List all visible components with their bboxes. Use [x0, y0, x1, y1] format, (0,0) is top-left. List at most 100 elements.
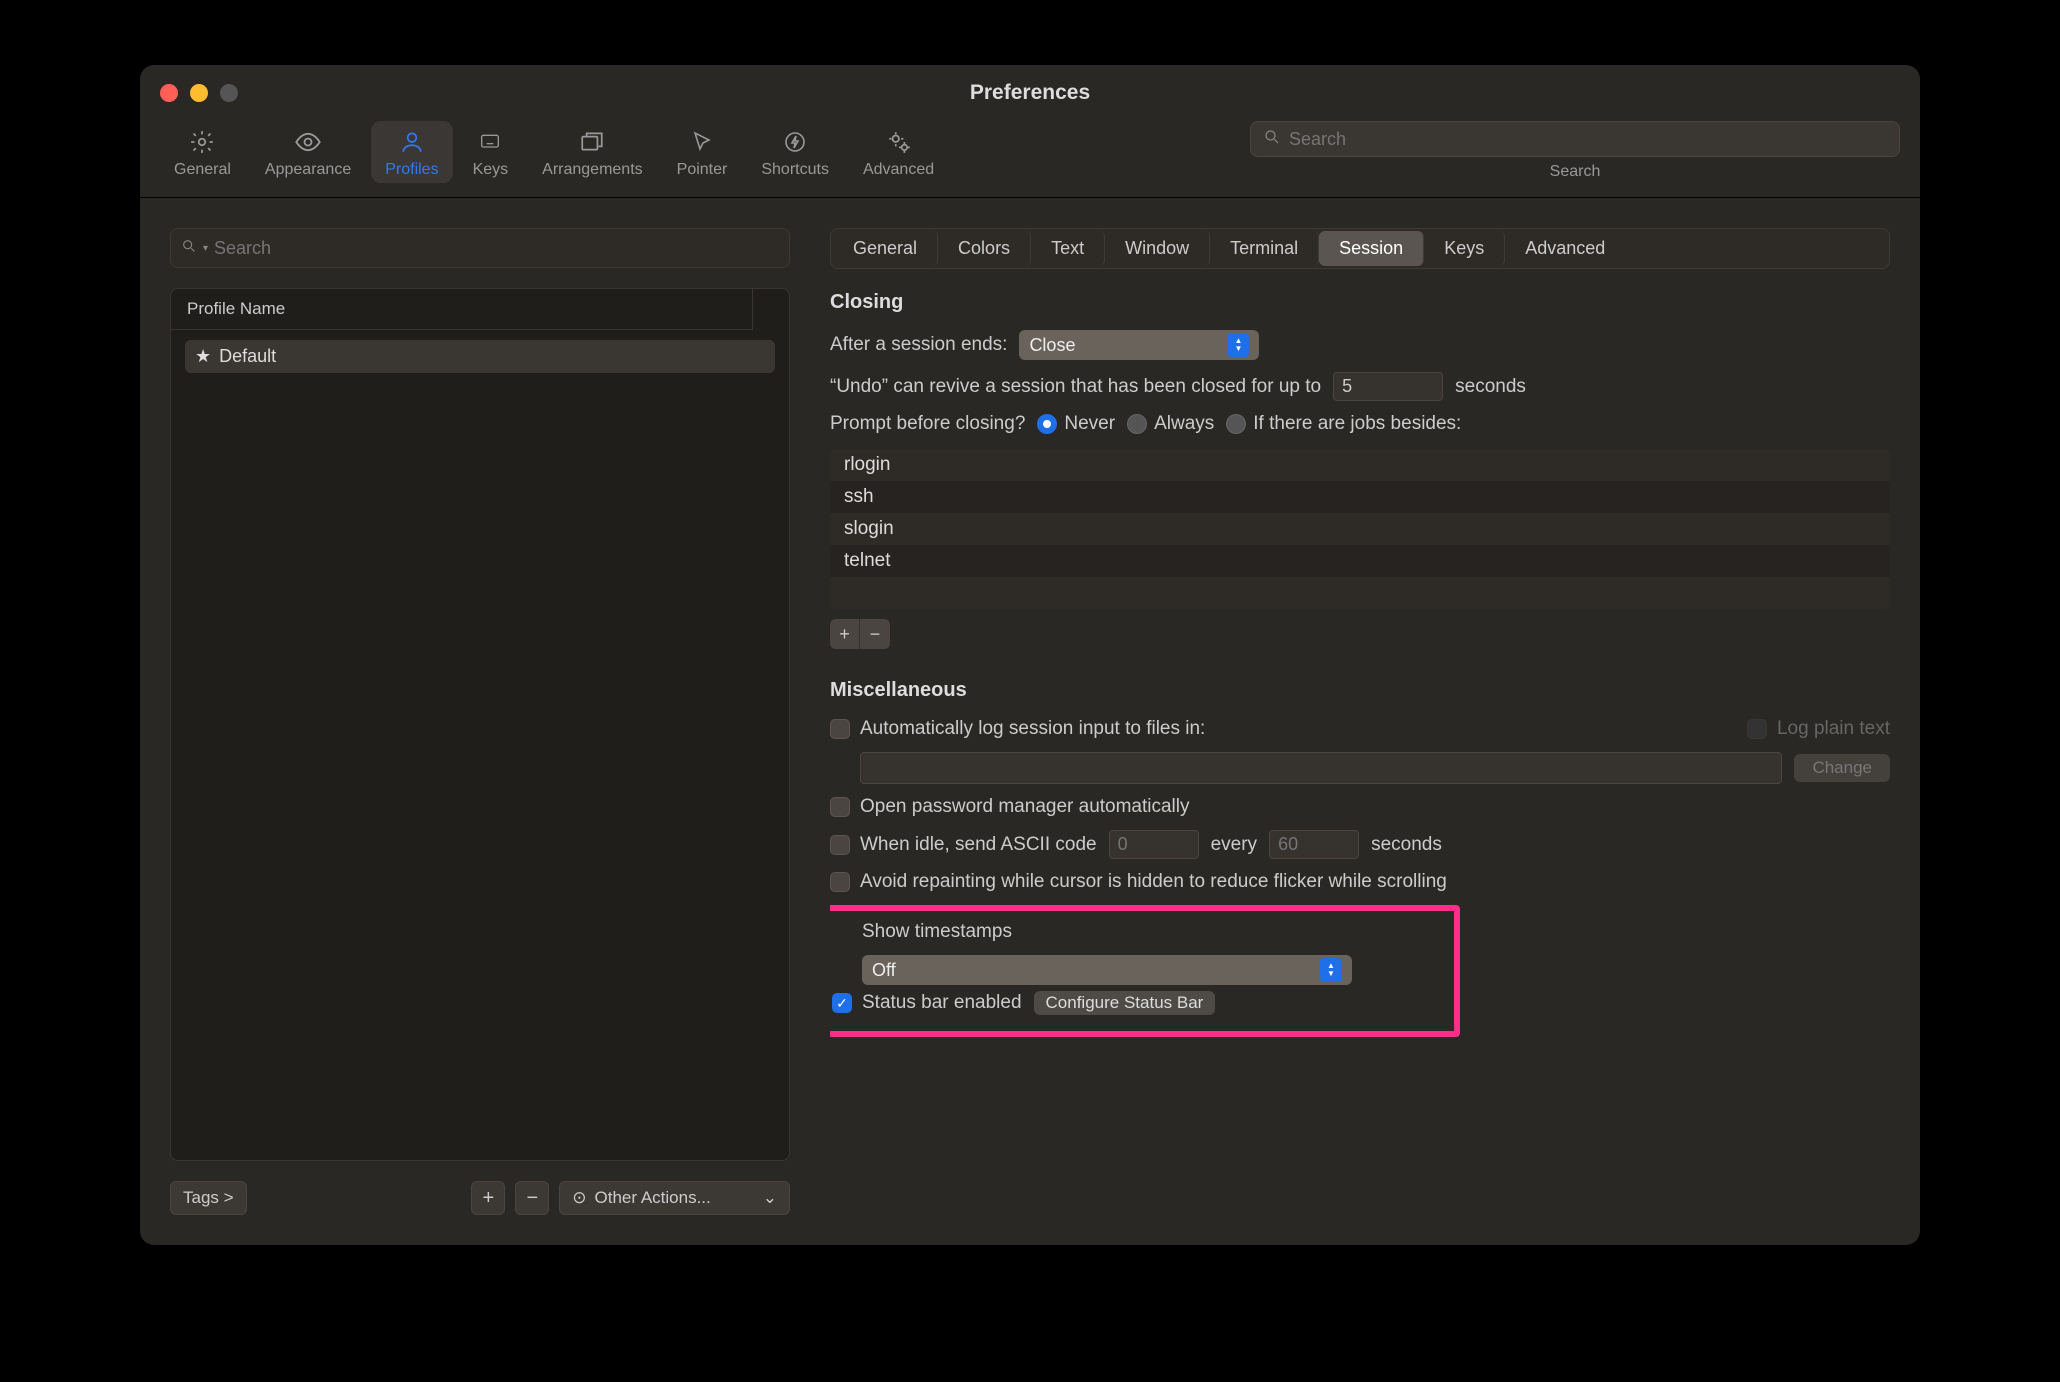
log-plain-text-checkbox[interactable]: Log plain text [1747, 718, 1890, 740]
eye-icon [293, 127, 323, 157]
prompt-radio-jobs[interactable]: If there are jobs besides: [1226, 413, 1461, 435]
profile-list: Profile Name ★ Default [170, 288, 790, 1161]
toolbar-appearance[interactable]: Appearance [251, 121, 365, 183]
avoid-repaint-checkbox[interactable]: Avoid repainting while cursor is hidden … [830, 871, 1447, 893]
window-title: Preferences [140, 81, 1920, 105]
idle-seconds-input[interactable] [1269, 830, 1359, 859]
after-session-ends-label: After a session ends: [830, 334, 1007, 356]
profile-list-body: ★ Default [171, 330, 789, 1160]
toolbar-label: Advanced [863, 161, 934, 179]
log-path-input[interactable] [860, 752, 1782, 784]
other-actions-menu[interactable]: ⊙ Other Actions... ⌄ [559, 1181, 790, 1215]
toolbar-search-group: Search [1250, 121, 1900, 181]
chevron-down-icon: ⌄ [763, 1188, 777, 1208]
tab-keys[interactable]: Keys [1424, 231, 1505, 266]
prompt-before-closing-label: Prompt before closing? [830, 413, 1025, 435]
change-log-path-button[interactable]: Change [1794, 754, 1890, 782]
toolbar-shortcuts[interactable]: Shortcuts [747, 121, 843, 183]
profile-search-input[interactable] [214, 238, 779, 259]
prompt-radio-always[interactable]: Always [1127, 413, 1214, 435]
toolbar-items: General Appearance Profiles Keys Arrange… [160, 121, 948, 183]
keyboard-icon [475, 127, 505, 157]
toolbar-label: Shortcuts [761, 161, 829, 179]
profile-settings-panel: General Colors Text Window Terminal Sess… [830, 228, 1890, 1215]
tab-general[interactable]: General [833, 231, 938, 266]
tab-terminal[interactable]: Terminal [1210, 231, 1319, 266]
job-row-empty [830, 577, 1890, 609]
job-row[interactable]: slogin [830, 513, 1890, 545]
toolbar-search-label: Search [1550, 163, 1601, 181]
updown-icon: ▲▼ [1227, 333, 1249, 357]
show-timestamps-select[interactable]: Off ▲▼ [862, 955, 1352, 985]
job-row[interactable]: rlogin [830, 449, 1890, 481]
gears-icon [884, 127, 914, 157]
windows-icon [577, 127, 607, 157]
profile-row-default[interactable]: ★ Default [185, 340, 775, 373]
job-row[interactable]: telnet [830, 545, 1890, 577]
toolbar: General Appearance Profiles Keys Arrange… [140, 121, 1920, 198]
minimize-window-button[interactable] [190, 84, 208, 102]
misc-section-title: Miscellaneous [830, 679, 1890, 702]
tags-button[interactable]: Tags > [170, 1181, 247, 1215]
select-value: Off [872, 960, 896, 981]
add-job-button[interactable]: + [830, 619, 860, 649]
updown-icon: ▲▼ [1320, 958, 1342, 982]
jobs-add-remove: + − [830, 619, 1890, 649]
configure-status-bar-button[interactable]: Configure Status Bar [1034, 991, 1216, 1015]
star-icon: ★ [195, 346, 211, 367]
toolbar-search-input[interactable] [1289, 129, 1887, 150]
toolbar-label: General [174, 161, 231, 179]
toolbar-pointer[interactable]: Pointer [663, 121, 742, 183]
highlighted-region: Show timestamps Off ▲▼ ✓Status bar enabl… [830, 905, 1460, 1037]
ellipsis-icon: ⊙ [572, 1188, 586, 1208]
content-area: ▾ Profile Name ★ Default Tags > + − ⊙ [140, 198, 1920, 1245]
auto-log-checkbox[interactable]: Automatically log session input to files… [830, 718, 1205, 740]
undo-seconds-input[interactable] [1333, 372, 1443, 401]
profiles-sidebar: ▾ Profile Name ★ Default Tags > + − ⊙ [170, 228, 790, 1215]
close-window-button[interactable] [160, 84, 178, 102]
remove-job-button[interactable]: − [860, 619, 890, 649]
profile-list-header: Profile Name [171, 289, 753, 330]
toolbar-search-field[interactable] [1250, 121, 1900, 157]
tab-text[interactable]: Text [1031, 231, 1105, 266]
toolbar-label: Pointer [677, 161, 728, 179]
chevron-down-icon: ▾ [203, 243, 208, 254]
tab-advanced[interactable]: Advanced [1505, 231, 1625, 266]
toolbar-profiles[interactable]: Profiles [371, 121, 452, 183]
person-icon [397, 127, 427, 157]
sidebar-footer: Tags > + − ⊙ Other Actions... ⌄ [170, 1181, 790, 1215]
password-manager-checkbox[interactable]: Open password manager automatically [830, 796, 1190, 818]
bolt-icon [780, 127, 810, 157]
status-bar-checkbox[interactable]: ✓Status bar enabled [832, 992, 1022, 1014]
job-row[interactable]: ssh [830, 481, 1890, 513]
add-profile-button[interactable]: + [471, 1181, 505, 1215]
other-actions-label: Other Actions... [595, 1188, 711, 1208]
traffic-lights [160, 84, 238, 102]
profile-tabs: General Colors Text Window Terminal Sess… [830, 228, 1890, 269]
toolbar-label: Appearance [265, 161, 351, 179]
gear-icon [187, 127, 217, 157]
cursor-icon [687, 127, 717, 157]
tab-window[interactable]: Window [1105, 231, 1210, 266]
search-icon [181, 238, 197, 259]
after-session-ends-select[interactable]: Close ▲▼ [1019, 330, 1259, 360]
search-icon [1263, 128, 1281, 151]
remove-profile-button[interactable]: − [515, 1181, 549, 1215]
prompt-radio-never[interactable]: Never [1037, 413, 1115, 435]
toolbar-advanced[interactable]: Advanced [849, 121, 948, 183]
tab-colors[interactable]: Colors [938, 231, 1031, 266]
idle-ascii-code-input[interactable] [1109, 830, 1199, 859]
toolbar-general[interactable]: General [160, 121, 245, 183]
toolbar-keys[interactable]: Keys [459, 121, 523, 183]
tab-session[interactable]: Session [1319, 231, 1424, 266]
profile-search-field[interactable]: ▾ [170, 228, 790, 268]
undo-revive-label-suffix: seconds [1455, 376, 1526, 398]
idle-label-mid: every [1211, 834, 1257, 856]
select-value: Close [1029, 335, 1075, 356]
toolbar-arrangements[interactable]: Arrangements [528, 121, 657, 183]
jobs-list[interactable]: rlogin ssh slogin telnet [830, 449, 1890, 609]
idle-ascii-checkbox[interactable]: When idle, send ASCII code [830, 834, 1097, 856]
profile-name: Default [219, 346, 276, 367]
zoom-window-button[interactable] [220, 84, 238, 102]
closing-section-title: Closing [830, 291, 1890, 314]
